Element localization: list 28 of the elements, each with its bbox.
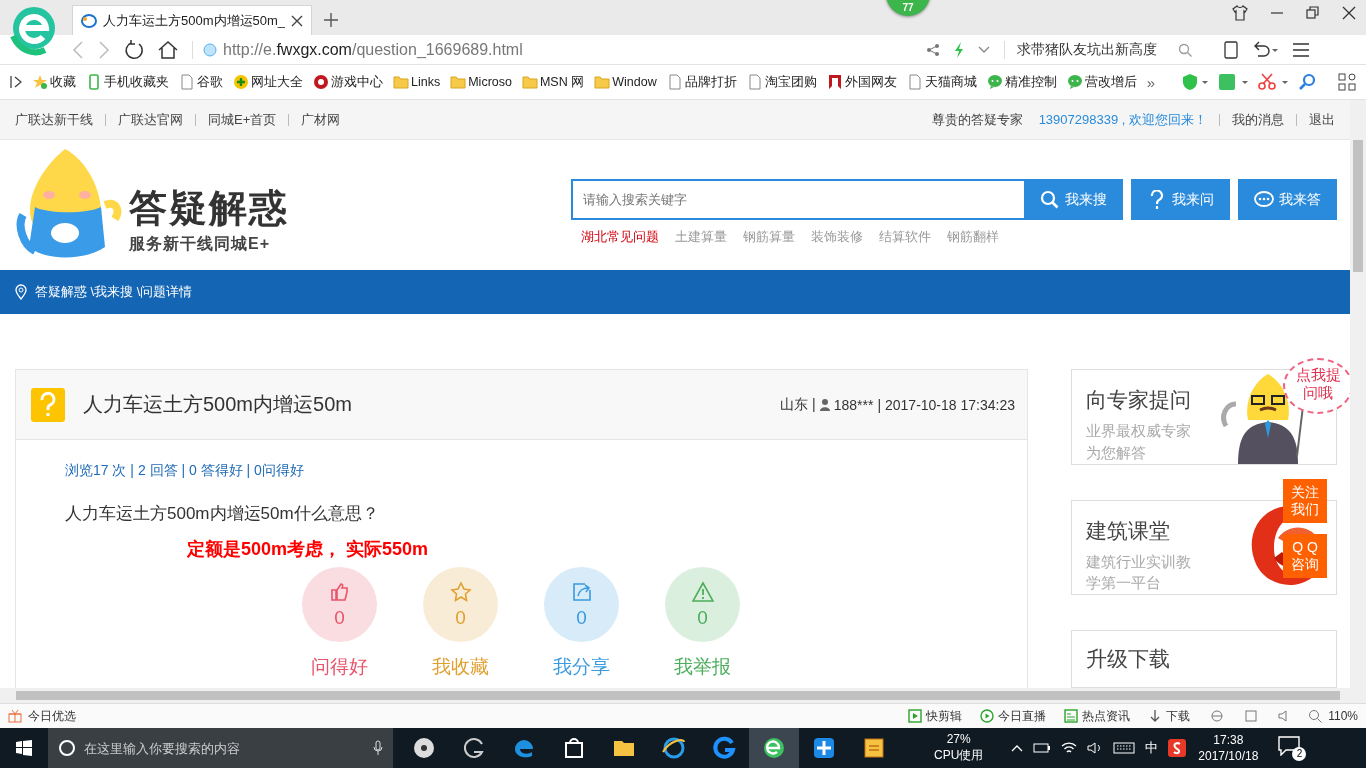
notification-count: 2 bbox=[1292, 747, 1307, 761]
action-count: 0 bbox=[455, 606, 466, 629]
action-label: 我收藏 bbox=[432, 655, 489, 679]
promo-title: 建筑课堂 bbox=[1086, 517, 1170, 544]
user-role: 尊贵的答疑专家 bbox=[931, 110, 1023, 129]
action-count: 0 bbox=[576, 606, 587, 629]
user-text: 188*** bbox=[833, 396, 874, 413]
promo-title: 向专家提问 bbox=[1086, 387, 1191, 413]
logo-subtitle: 服务新干线同城E+ bbox=[129, 234, 271, 254]
answer-text: 定额是500m考虑， 实际550m bbox=[187, 538, 430, 561]
action-label: 我分享 bbox=[553, 655, 610, 679]
action-label: 我举报 bbox=[674, 655, 731, 679]
action-count: 0 bbox=[334, 606, 345, 629]
question-title: 人力车运土方500m内增运50m bbox=[83, 392, 352, 417]
logo-title: 答疑解惑 bbox=[129, 186, 289, 231]
tab-title: 人力车运土方500m内增运50m_ bbox=[103, 11, 286, 30]
timestamp: | 2017-10-18 17:34:23 bbox=[877, 396, 1015, 413]
breadcrumb: 答疑解惑 \我来搜 \问题详情 bbox=[35, 283, 193, 301]
promo-title: 升级下载 bbox=[1086, 646, 1170, 672]
question-body: 人力车运土方500m内增运50m什么意思？ bbox=[65, 503, 380, 525]
question-stats: 浏览17 次 | 2 回答 | 0 答得好 | 0问得好 bbox=[65, 462, 305, 480]
region-text: 山东 | bbox=[780, 395, 816, 414]
action-label: 问得好 bbox=[311, 655, 368, 679]
url-text: http://e.fwxgx.com/question_1669689.html bbox=[223, 40, 523, 59]
action-count: 0 bbox=[697, 606, 708, 629]
promo-description: 业界最权威专家为您解答 bbox=[1086, 421, 1192, 463]
welcome-text: 13907298339 , 欢迎您回来！ bbox=[1038, 110, 1207, 129]
promo-description: 建筑行业实训教学第一平台 bbox=[1086, 551, 1192, 594]
